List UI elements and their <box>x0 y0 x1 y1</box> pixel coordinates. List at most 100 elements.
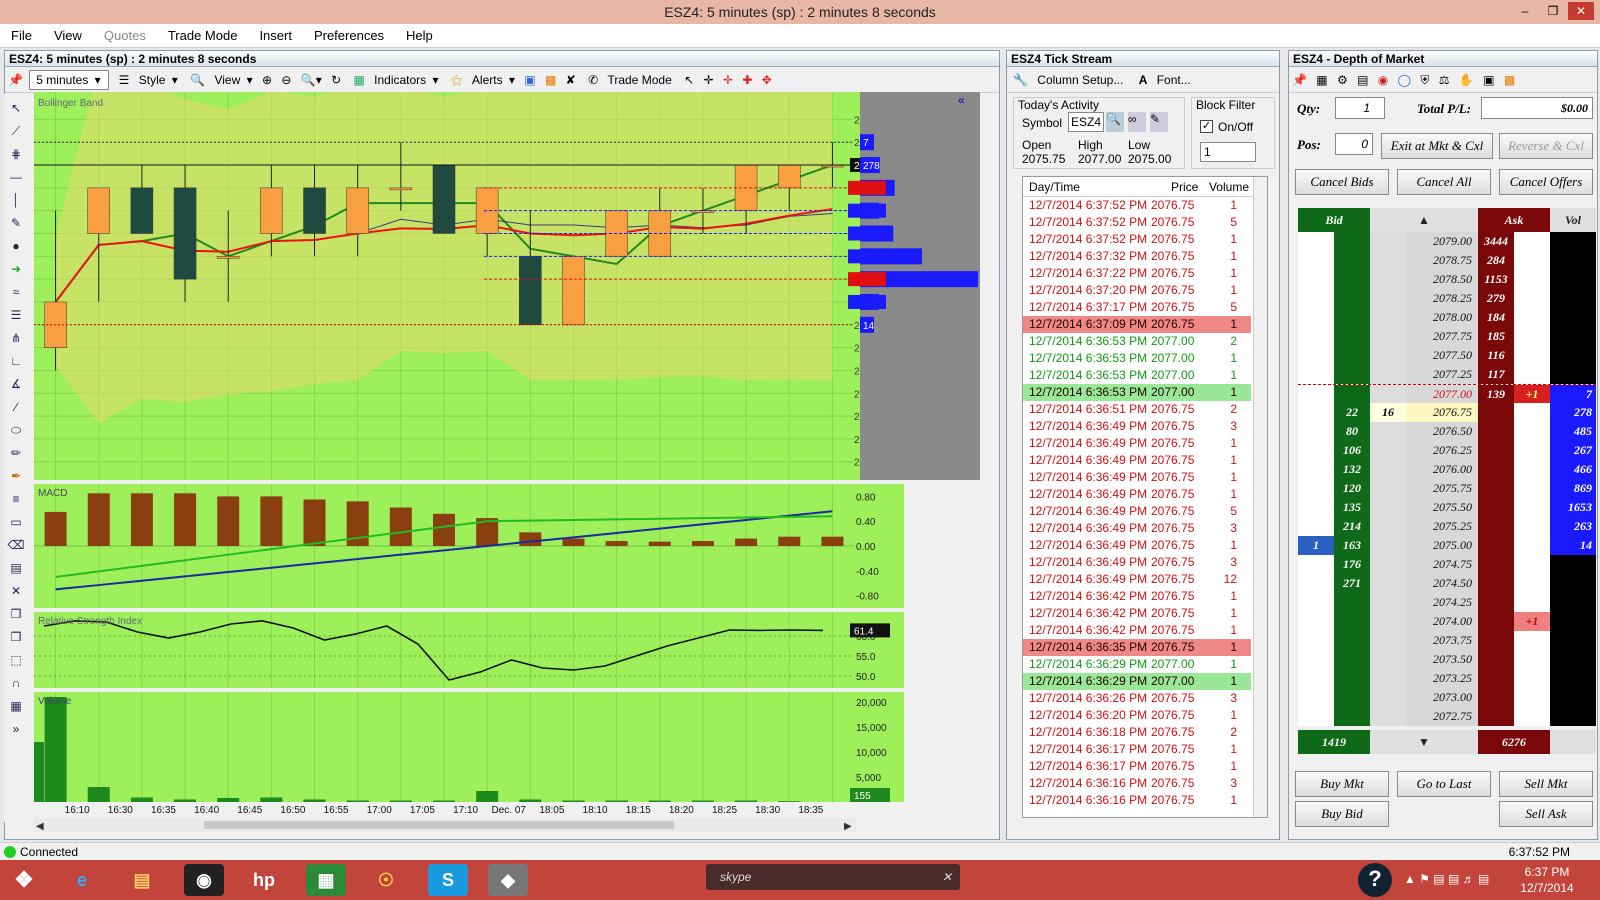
scale-icon[interactable]: ⚖ <box>1436 67 1453 92</box>
order-bid-cell[interactable] <box>1298 498 1334 517</box>
price-cell[interactable]: 2074.75 <box>1406 555 1478 574</box>
interval-select[interactable]: 5 minutes ▾ <box>29 70 110 90</box>
dom-row[interactable]: 271 2074.50 <box>1298 574 1596 593</box>
vol-cell[interactable]: 263 <box>1550 517 1596 536</box>
menu-insert[interactable]: Insert <box>248 24 303 48</box>
bid-size-cell[interactable] <box>1334 289 1370 308</box>
dom-row[interactable]: 176 2074.75 <box>1298 555 1596 574</box>
calculator-icon[interactable]: ▦ <box>1313 67 1330 92</box>
traded-cell[interactable] <box>1370 232 1406 251</box>
indicators-menu[interactable]: ▦ Indicators ▾ <box>347 67 441 92</box>
price-cell[interactable]: 2078.00 <box>1406 308 1478 327</box>
zoom-out-icon[interactable]: ⊖ <box>278 67 294 92</box>
vol-cell[interactable]: 267 <box>1550 441 1596 460</box>
bar-icon[interactable]: ▤ <box>1354 67 1371 92</box>
price-cell[interactable]: 2078.75 <box>1406 251 1478 270</box>
color-scheme-icon[interactable]: ▩ <box>542 67 559 92</box>
dom-row[interactable]: 2073.25 <box>1298 669 1596 688</box>
bid-size-cell[interactable] <box>1334 327 1370 346</box>
traded-cell[interactable] <box>1370 650 1406 669</box>
order-bid-cell[interactable] <box>1298 650 1334 669</box>
traded-cell[interactable] <box>1370 612 1406 631</box>
price-cell[interactable]: 2078.25 <box>1406 289 1478 308</box>
sell-ask-button[interactable]: Sell Ask <box>1499 801 1593 827</box>
ellipse-icon[interactable]: ⬭ <box>6 421 26 439</box>
edit-icon[interactable]: ✎ <box>1150 112 1168 132</box>
bomb-icon[interactable]: ◉ <box>1375 67 1391 92</box>
price-cell[interactable]: 2075.75 <box>1406 479 1478 498</box>
delta-cell[interactable] <box>1514 460 1550 479</box>
trading-app-icon[interactable]: ◆ <box>488 864 528 896</box>
price-cell[interactable]: 2075.50 <box>1406 498 1478 517</box>
select-tool-icon[interactable]: ↖ <box>6 99 26 117</box>
chrome-icon[interactable]: ☉ <box>366 864 406 896</box>
parallel-lines-icon[interactable]: ⋕ <box>6 145 26 163</box>
expand-icon[interactable]: » <box>6 720 26 738</box>
vol-cell[interactable] <box>1550 707 1596 726</box>
vol-cell[interactable]: 278 <box>1550 403 1596 422</box>
price-cell[interactable]: 2076.00 <box>1406 460 1478 479</box>
delta-cell[interactable] <box>1514 232 1550 251</box>
vol-cell[interactable]: 869 <box>1550 479 1596 498</box>
vol-cell[interactable] <box>1550 631 1596 650</box>
copy-icon[interactable]: ❐ <box>6 605 26 623</box>
traded-cell[interactable] <box>1370 289 1406 308</box>
price-cell[interactable]: 2074.50 <box>1406 574 1478 593</box>
ask-size-cell[interactable] <box>1478 498 1514 517</box>
price-cell[interactable]: 2078.50 <box>1406 270 1478 289</box>
dom-row[interactable]: 2073.50 <box>1298 650 1596 669</box>
bid-size-cell[interactable] <box>1334 308 1370 327</box>
font-button[interactable]: A Font... <box>1133 67 1197 92</box>
vol-cell[interactable]: 466 <box>1550 460 1596 479</box>
template-icon[interactable]: ▤ <box>6 559 26 577</box>
price-cell[interactable]: 2074.25 <box>1406 593 1478 612</box>
vol-cell[interactable]: 1653 <box>1550 498 1596 517</box>
store-icon[interactable]: ▦ <box>306 864 346 896</box>
horizontal-line-icon[interactable]: — <box>6 168 26 186</box>
delta-cell[interactable] <box>1514 422 1550 441</box>
symbol-input[interactable]: ESZ4 <box>1068 112 1104 132</box>
vol-cell[interactable] <box>1550 251 1596 270</box>
restore-icon[interactable]: ❐ <box>1540 2 1566 20</box>
taskbar-clock[interactable]: 6:37 PM 12/7/2014 <box>1512 864 1582 896</box>
tray-icons[interactable]: ▲ ⚑ ▤ ▤ ♬ ▤ <box>1404 872 1489 886</box>
settings-icon[interactable]: ⚙ <box>1334 67 1351 92</box>
price-cell[interactable]: 2073.50 <box>1406 650 1478 669</box>
wave-icon[interactable]: ≈ <box>6 283 26 301</box>
traded-cell[interactable] <box>1370 251 1406 270</box>
ask-size-cell[interactable]: 1153 <box>1478 270 1514 289</box>
notification-close-icon[interactable]: ✕ <box>942 864 952 890</box>
close-icon[interactable]: ✕ <box>1568 2 1594 20</box>
dom-row[interactable]: 2077.50 116 <box>1298 346 1596 365</box>
order-bid-cell[interactable] <box>1298 669 1334 688</box>
vol-cell[interactable] <box>1550 688 1596 707</box>
ask-size-cell[interactable] <box>1478 536 1514 555</box>
vol-cell[interactable] <box>1550 555 1596 574</box>
dom-row[interactable]: 2078.00 184 <box>1298 308 1596 327</box>
dom-row[interactable]: 106 2076.25 267 <box>1298 441 1596 460</box>
bid-size-cell[interactable] <box>1334 650 1370 669</box>
cancel-bids-button[interactable]: Cancel Bids <box>1295 169 1389 195</box>
order-bid-cell[interactable] <box>1298 308 1334 327</box>
price-cell[interactable]: 2077.50 <box>1406 346 1478 365</box>
daytime-header[interactable]: Day/Time <box>1029 177 1080 197</box>
cancel-all-button[interactable]: Cancel All <box>1397 169 1491 195</box>
order-bid-cell[interactable] <box>1298 555 1334 574</box>
price-cell[interactable]: 2073.75 <box>1406 631 1478 650</box>
ask-size-cell[interactable] <box>1478 650 1514 669</box>
price-cell[interactable]: 2075.25 <box>1406 517 1478 536</box>
measure-icon[interactable]: ≡ <box>6 490 26 508</box>
traded-cell[interactable] <box>1370 308 1406 327</box>
grid-icon[interactable]: ▦ <box>6 697 26 715</box>
sell-mkt-button[interactable]: Sell Mkt <box>1499 771 1593 797</box>
dom-row[interactable]: 1 163 2075.00 14 <box>1298 536 1596 555</box>
ask-size-cell[interactable]: 3444 <box>1478 232 1514 251</box>
order-bid-cell[interactable] <box>1298 441 1334 460</box>
order-bid-cell[interactable] <box>1298 593 1334 612</box>
traded-cell[interactable] <box>1370 498 1406 517</box>
bid-size-cell[interactable]: 120 <box>1334 479 1370 498</box>
ask-size-cell[interactable] <box>1478 669 1514 688</box>
bid-size-cell[interactable] <box>1334 593 1370 612</box>
delta-cell[interactable] <box>1514 707 1550 726</box>
order-bid-cell[interactable] <box>1298 403 1334 422</box>
